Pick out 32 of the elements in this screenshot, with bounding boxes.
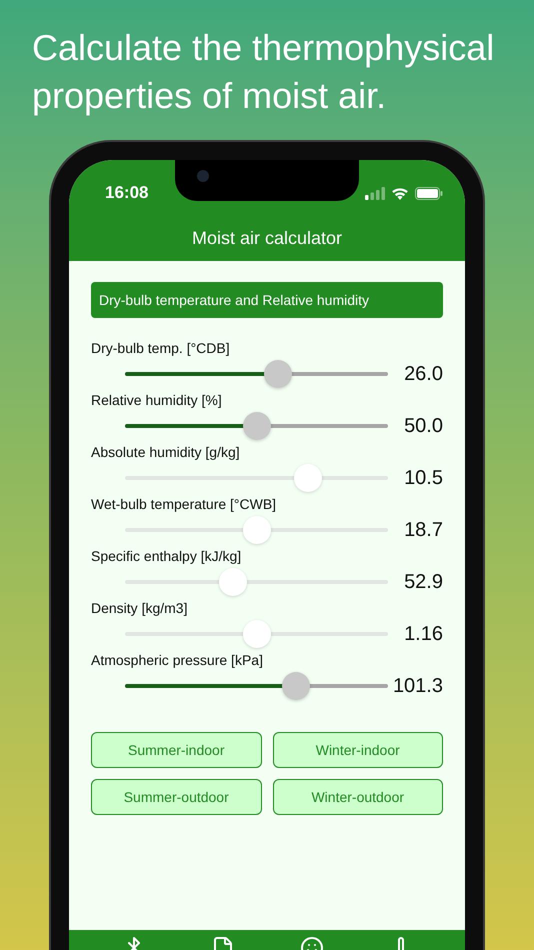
wifi-icon bbox=[391, 186, 409, 200]
value-text: 10.5 bbox=[403, 466, 443, 491]
slider[interactable] bbox=[125, 360, 388, 388]
parameter-label: Relative humidity [%] bbox=[91, 391, 223, 410]
headline: Calculate the thermophysical properties of moist air. bbox=[32, 26, 496, 118]
parameter-label: Atmospheric pressure [kPa] bbox=[91, 651, 264, 670]
slider-thumb[interactable] bbox=[282, 672, 310, 700]
slider-thumb[interactable] bbox=[242, 412, 270, 440]
preset-button[interactable]: Winter-outdoor bbox=[272, 779, 443, 815]
slider[interactable] bbox=[125, 412, 388, 440]
value-text: 101.3 bbox=[392, 674, 443, 699]
parameter-label: Specific enthalpy [kJ/kg] bbox=[91, 547, 242, 566]
slider[interactable] bbox=[125, 672, 388, 700]
value-text: 50.0 bbox=[403, 414, 443, 439]
battery-icon bbox=[415, 186, 443, 200]
status-time: 16:08 bbox=[105, 182, 148, 204]
parameter-label: Density [kg/m3] bbox=[91, 599, 188, 618]
slider-thumb[interactable] bbox=[264, 360, 292, 388]
value-text: 1.16 bbox=[403, 622, 443, 647]
mode-selector[interactable]: Dry-bulb temperature and Relative humidity bbox=[91, 282, 443, 318]
preset-button[interactable]: Summer-indoor bbox=[91, 732, 262, 768]
preset-button[interactable]: Winter-indoor bbox=[272, 732, 443, 768]
parameter-label: Wet-bulb temperature [°CWB] bbox=[91, 495, 278, 514]
parameter-label: Absolute humidity [g/kg] bbox=[91, 443, 241, 462]
signal-icon bbox=[365, 186, 385, 200]
camera-icon bbox=[197, 170, 209, 182]
value-text: 52.9 bbox=[403, 570, 443, 595]
value-text: 18.7 bbox=[403, 518, 443, 543]
value-text: 26.0 bbox=[403, 362, 443, 387]
parameter-label: Dry-bulb temp. [°CDB] bbox=[91, 339, 231, 358]
preset-button[interactable]: Summer-outdoor bbox=[91, 779, 262, 815]
app-title: Moist air calculator bbox=[192, 227, 342, 250]
